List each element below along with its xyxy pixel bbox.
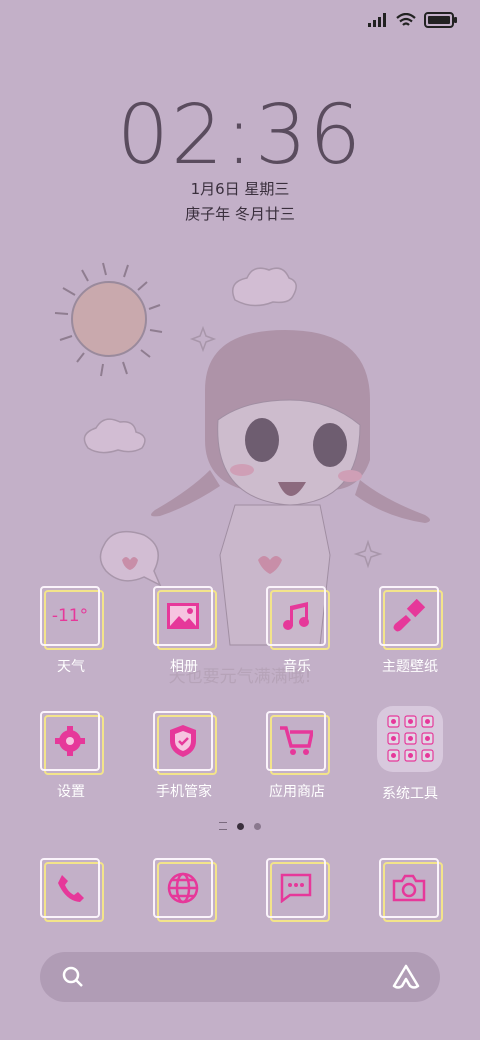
date-text[interactable]: 1月6日 星期三 bbox=[0, 178, 480, 199]
dock-browser[interactable] bbox=[134, 858, 234, 922]
app-music[interactable]: 音乐 bbox=[247, 586, 347, 676]
security-shield-icon bbox=[161, 719, 205, 763]
app-label: 音乐 bbox=[283, 659, 311, 675]
weather-temperature: -11° bbox=[51, 606, 89, 626]
battery-icon bbox=[424, 12, 457, 28]
page-dot-active bbox=[237, 822, 244, 830]
wifi-icon bbox=[396, 12, 416, 26]
messages-icon bbox=[274, 866, 318, 910]
browser-globe-icon bbox=[161, 866, 205, 910]
app-settings[interactable]: 设置 bbox=[21, 711, 121, 801]
status-bar bbox=[368, 10, 458, 30]
settings-gear-icon bbox=[48, 719, 92, 763]
app-label: 系统工具 bbox=[382, 786, 438, 802]
clock-time[interactable]: 02:36 bbox=[0, 88, 480, 183]
app-label: 手机管家 bbox=[156, 784, 212, 800]
store-cart-icon bbox=[274, 719, 318, 763]
page-indicator[interactable] bbox=[0, 822, 480, 830]
app-weather[interactable]: -11° 天气 bbox=[21, 586, 121, 676]
search-bar[interactable] bbox=[40, 952, 440, 1002]
app-store[interactable]: 应用商店 bbox=[247, 711, 347, 801]
app-system-tools-folder[interactable]: 系统工具 bbox=[360, 706, 460, 803]
assistant-icon[interactable] bbox=[392, 964, 420, 990]
dock-phone[interactable] bbox=[21, 858, 121, 922]
weather-icon: -11° bbox=[48, 594, 92, 638]
sun-drawing bbox=[54, 262, 163, 377]
app-label: 设置 bbox=[57, 784, 85, 800]
app-theme[interactable]: 主题壁纸 bbox=[360, 586, 460, 676]
theme-brush-icon bbox=[387, 594, 431, 638]
app-label: 相册 bbox=[170, 659, 198, 675]
app-label: 天气 bbox=[57, 659, 85, 675]
dock-camera[interactable] bbox=[360, 858, 460, 922]
home-feed-indicator-icon bbox=[219, 822, 227, 830]
gallery-icon bbox=[161, 594, 205, 638]
app-label: 应用商店 bbox=[269, 784, 325, 800]
app-label: 主题壁纸 bbox=[382, 659, 438, 675]
search-icon[interactable] bbox=[62, 966, 84, 988]
app-security[interactable]: 手机管家 bbox=[134, 711, 234, 801]
music-icon bbox=[274, 594, 318, 638]
lunar-date-text: 庚子年 冬月廿三 bbox=[185, 205, 295, 223]
app-gallery[interactable]: 相册 bbox=[134, 586, 234, 676]
camera-icon bbox=[387, 866, 431, 910]
signal-icon bbox=[368, 13, 386, 27]
dock-messages[interactable] bbox=[247, 858, 347, 922]
folder-icon bbox=[377, 706, 443, 772]
page-dot bbox=[254, 822, 261, 830]
phone-icon bbox=[48, 866, 92, 910]
